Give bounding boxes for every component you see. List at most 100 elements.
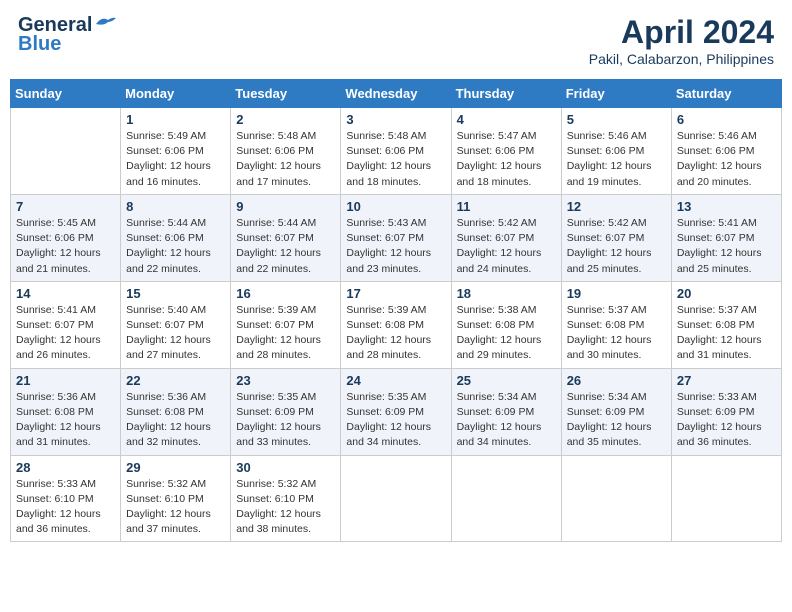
month-title: April 2024 [589,14,774,51]
day-number: 22 [126,373,225,388]
calendar-cell [561,455,671,542]
day-info: Sunrise: 5:39 AMSunset: 6:07 PMDaylight:… [236,303,335,364]
title-section: April 2024 Pakil, Calabarzon, Philippine… [589,14,774,67]
day-number: 23 [236,373,335,388]
day-info: Sunrise: 5:44 AMSunset: 6:06 PMDaylight:… [126,216,225,277]
calendar-cell: 12 Sunrise: 5:42 AMSunset: 6:07 PMDayligh… [561,194,671,281]
day-info: Sunrise: 5:32 AMSunset: 6:10 PMDaylight:… [236,477,335,538]
calendar-cell: 10 Sunrise: 5:43 AMSunset: 6:07 PMDayligh… [341,194,451,281]
calendar-cell: 23 Sunrise: 5:35 AMSunset: 6:09 PMDayligh… [231,368,341,455]
day-info: Sunrise: 5:36 AMSunset: 6:08 PMDaylight:… [16,390,115,451]
logo-blue-text: Blue [18,33,61,56]
day-info: Sunrise: 5:38 AMSunset: 6:08 PMDaylight:… [457,303,556,364]
calendar-cell: 27Sunrise: 5:33 AMSunset: 6:09 PMDayligh… [671,368,781,455]
day-info: Sunrise: 5:34 AMSunset: 6:09 PMDaylight:… [457,390,556,451]
calendar-cell: 17Sunrise: 5:39 AMSunset: 6:08 PMDayligh… [341,281,451,368]
location: Pakil, Calabarzon, Philippines [589,51,774,67]
calendar-cell: 14Sunrise: 5:41 AMSunset: 6:07 PMDayligh… [11,281,121,368]
day-info: Sunrise: 5:48 AMSunset: 6:06 PMDaylight:… [236,129,335,190]
calendar-cell: 19 Sunrise: 5:37 AMSunset: 6:08 PMDayligh… [561,281,671,368]
calendar-table: Sunday Monday Tuesday Wednesday Thursday… [10,79,782,542]
day-number: 4 [457,112,556,127]
day-info: Sunrise: 5:47 AMSunset: 6:06 PMDaylight:… [457,129,556,190]
calendar-cell: 21 Sunrise: 5:36 AMSunset: 6:08 PMDayligh… [11,368,121,455]
day-number: 6 [677,112,776,127]
calendar-cell: 18 Sunrise: 5:38 AMSunset: 6:08 PMDayligh… [451,281,561,368]
day-info: Sunrise: 5:46 AMSunset: 6:06 PMDaylight:… [677,129,776,190]
calendar-cell: 8 Sunrise: 5:44 AMSunset: 6:06 PMDaylight… [121,194,231,281]
calendar-cell: 24 Sunrise: 5:35 AMSunset: 6:09 PMDayligh… [341,368,451,455]
day-number: 20 [677,286,776,301]
col-friday: Friday [561,80,671,108]
day-number: 18 [457,286,556,301]
col-saturday: Saturday [671,80,781,108]
day-info: Sunrise: 5:33 AMSunset: 6:09 PMDaylight:… [677,390,776,451]
calendar-cell: 13Sunrise: 5:41 AMSunset: 6:07 PMDayligh… [671,194,781,281]
logo: General Blue [18,14,116,56]
col-sunday: Sunday [11,80,121,108]
day-info: Sunrise: 5:35 AMSunset: 6:09 PMDaylight:… [346,390,445,451]
day-number: 19 [567,286,666,301]
calendar-cell: 15 Sunrise: 5:40 AMSunset: 6:07 PMDayligh… [121,281,231,368]
day-number: 30 [236,460,335,475]
col-monday: Monday [121,80,231,108]
day-info: Sunrise: 5:48 AMSunset: 6:06 PMDaylight:… [346,129,445,190]
calendar-cell: 6 Sunrise: 5:46 AMSunset: 6:06 PMDaylight… [671,108,781,195]
day-number: 12 [567,199,666,214]
logo-bird-icon [94,16,116,32]
col-tuesday: Tuesday [231,80,341,108]
calendar-cell: 11 Sunrise: 5:42 AMSunset: 6:07 PMDayligh… [451,194,561,281]
day-number: 17 [346,286,445,301]
day-number: 9 [236,199,335,214]
calendar-cell: 1Sunrise: 5:49 AMSunset: 6:06 PMDaylight… [121,108,231,195]
week-row-2: 7 Sunrise: 5:45 AMSunset: 6:06 PMDaylight… [11,194,782,281]
day-info: Sunrise: 5:36 AMSunset: 6:08 PMDaylight:… [126,390,225,451]
calendar-cell: 30 Sunrise: 5:32 AMSunset: 6:10 PMDayligh… [231,455,341,542]
day-number: 15 [126,286,225,301]
day-number: 2 [236,112,335,127]
calendar-cell [451,455,561,542]
day-number: 14 [16,286,115,301]
calendar-cell: 2 Sunrise: 5:48 AMSunset: 6:06 PMDaylight… [231,108,341,195]
day-info: Sunrise: 5:37 AMSunset: 6:08 PMDaylight:… [677,303,776,364]
day-info: Sunrise: 5:34 AMSunset: 6:09 PMDaylight:… [567,390,666,451]
col-wednesday: Wednesday [341,80,451,108]
calendar-cell: 16 Sunrise: 5:39 AMSunset: 6:07 PMDayligh… [231,281,341,368]
calendar-cell: 25Sunrise: 5:34 AMSunset: 6:09 PMDayligh… [451,368,561,455]
week-row-4: 21 Sunrise: 5:36 AMSunset: 6:08 PMDayligh… [11,368,782,455]
day-info: Sunrise: 5:37 AMSunset: 6:08 PMDaylight:… [567,303,666,364]
day-info: Sunrise: 5:45 AMSunset: 6:06 PMDaylight:… [16,216,115,277]
calendar-cell: 29Sunrise: 5:32 AMSunset: 6:10 PMDayligh… [121,455,231,542]
day-number: 5 [567,112,666,127]
calendar-cell: 5 Sunrise: 5:46 AMSunset: 6:06 PMDaylight… [561,108,671,195]
day-info: Sunrise: 5:43 AMSunset: 6:07 PMDaylight:… [346,216,445,277]
calendar-cell: 20 Sunrise: 5:37 AMSunset: 6:08 PMDayligh… [671,281,781,368]
calendar-cell: 9Sunrise: 5:44 AMSunset: 6:07 PMDaylight… [231,194,341,281]
day-number: 7 [16,199,115,214]
day-number: 1 [126,112,225,127]
page-header: General Blue April 2024 Pakil, Calabarzo… [10,10,782,71]
calendar-cell: 4 Sunrise: 5:47 AMSunset: 6:06 PMDaylight… [451,108,561,195]
day-number: 3 [346,112,445,127]
col-thursday: Thursday [451,80,561,108]
day-number: 16 [236,286,335,301]
day-info: Sunrise: 5:46 AMSunset: 6:06 PMDaylight:… [567,129,666,190]
calendar-cell: 22 Sunrise: 5:36 AMSunset: 6:08 PMDayligh… [121,368,231,455]
day-number: 28 [16,460,115,475]
day-info: Sunrise: 5:40 AMSunset: 6:07 PMDaylight:… [126,303,225,364]
calendar-cell: 7 Sunrise: 5:45 AMSunset: 6:06 PMDaylight… [11,194,121,281]
calendar-cell: 28 Sunrise: 5:33 AMSunset: 6:10 PMDayligh… [11,455,121,542]
day-info: Sunrise: 5:42 AMSunset: 6:07 PMDaylight:… [567,216,666,277]
calendar-cell [341,455,451,542]
day-number: 8 [126,199,225,214]
day-info: Sunrise: 5:33 AMSunset: 6:10 PMDaylight:… [16,477,115,538]
calendar-cell [671,455,781,542]
day-number: 11 [457,199,556,214]
day-number: 21 [16,373,115,388]
day-info: Sunrise: 5:42 AMSunset: 6:07 PMDaylight:… [457,216,556,277]
calendar-cell: 26Sunrise: 5:34 AMSunset: 6:09 PMDayligh… [561,368,671,455]
week-row-5: 28 Sunrise: 5:33 AMSunset: 6:10 PMDayligh… [11,455,782,542]
day-number: 24 [346,373,445,388]
day-number: 10 [346,199,445,214]
day-info: Sunrise: 5:35 AMSunset: 6:09 PMDaylight:… [236,390,335,451]
